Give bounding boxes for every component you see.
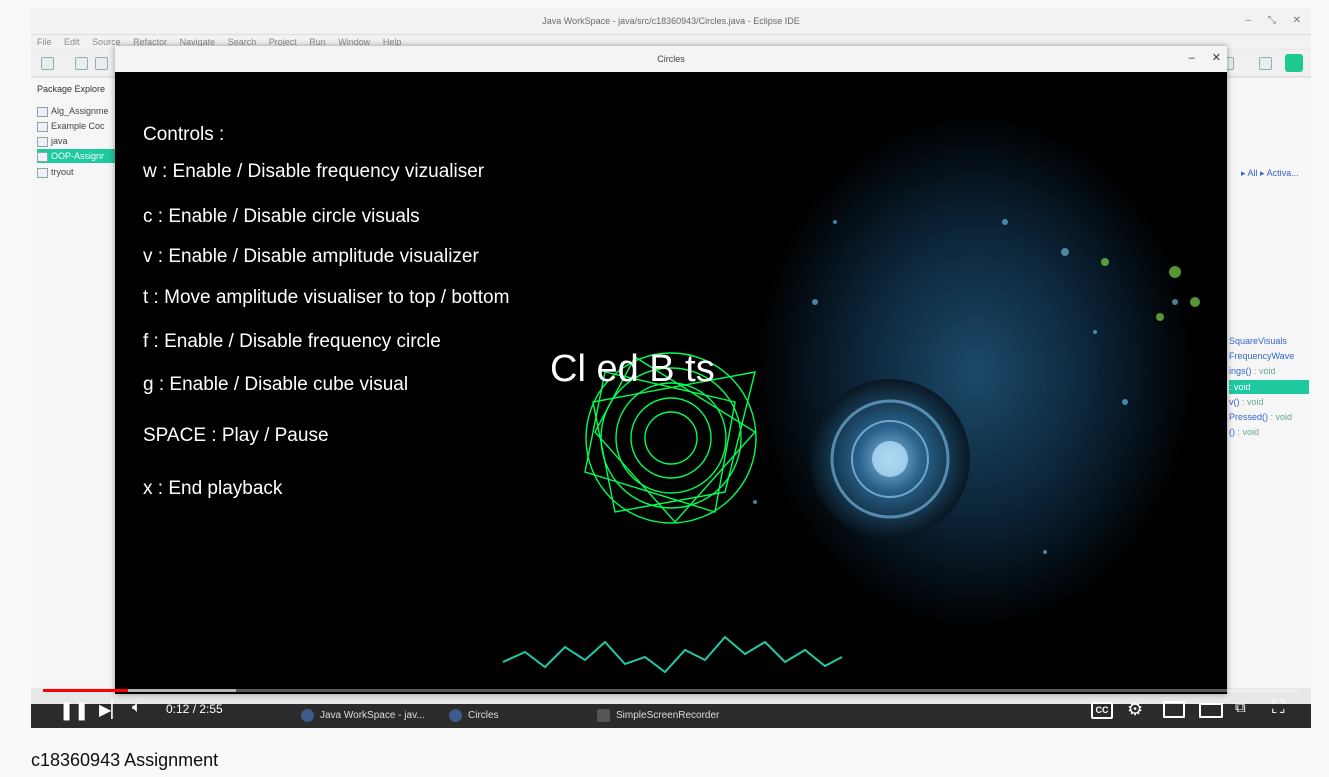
- control-line: x : End playback: [143, 478, 283, 499]
- control-line: v : Enable / Disable amplitude visualize…: [143, 246, 479, 267]
- close-icon: ✕: [1292, 15, 1301, 26]
- project-icon: [37, 121, 48, 132]
- controls-heading: Controls :: [143, 124, 225, 145]
- control-line: f : Enable / Disable frequency circle: [143, 331, 441, 352]
- recorder-icon: [597, 708, 610, 722]
- circles-window-controls: – ✕: [1175, 46, 1221, 70]
- project-icon: [37, 106, 48, 117]
- restore-icon: ⤡: [1267, 15, 1276, 26]
- video-title: c18360943 Assignment: [31, 750, 219, 770]
- settings-gear-icon[interactable]: ⚙: [1127, 699, 1143, 720]
- outline-item: FrequencyWave: [1229, 351, 1295, 361]
- song-title-overlay: Cl ed B ts: [550, 348, 715, 390]
- minimize-icon: –: [1188, 52, 1195, 64]
- amplitude-wave: [502, 635, 843, 674]
- next-button[interactable]: ▶▏: [99, 700, 124, 720]
- java-perspective-icon: [1285, 54, 1303, 72]
- project-icon: [37, 136, 48, 147]
- outline-pane: ▸ All ▸ Activa... SquareVisuals Frequenc…: [1226, 78, 1311, 688]
- control-line: w : Enable / Disable frequency vizualise…: [143, 161, 485, 182]
- outline-item: v() : void: [1229, 397, 1264, 407]
- theater-mode-icon[interactable]: [1199, 703, 1223, 718]
- package-item-selected: OOP-Assignr: [37, 149, 117, 163]
- perspective-icon: [1259, 57, 1272, 70]
- headphone-ring-icon: [810, 379, 970, 539]
- package-item: Alg_Assignme: [37, 104, 117, 118]
- save-icon: [75, 57, 88, 70]
- menu-edit: Edit: [64, 37, 80, 47]
- outline-item-selected: : void: [1229, 380, 1309, 394]
- video-player[interactable]: Java WorkSpace - java/src/c18360943/Circ…: [31, 8, 1311, 728]
- control-line: t : Move amplitude visualiser to top / b…: [143, 287, 510, 308]
- circles-window-title: Circles: [115, 46, 1227, 73]
- eclipse-icon: [301, 708, 314, 722]
- menu-file: File: [37, 37, 52, 47]
- project-icon: [37, 167, 48, 178]
- package-item: java: [37, 134, 117, 148]
- leaves-accent: [1101, 258, 1200, 321]
- task-eclipse: Java WorkSpace - jav...: [301, 708, 425, 724]
- os-taskbar: Java WorkSpace - jav... Circles SimpleSc…: [31, 704, 1311, 728]
- outline-breadcrumb: ▸ All ▸ Activa...: [1241, 168, 1299, 178]
- project-icon: [37, 151, 48, 162]
- pause-button[interactable]: ❚❚: [59, 700, 89, 721]
- eclipse-window-controls: – ⤡ ✕: [1231, 8, 1301, 34]
- package-item: Example Coc: [37, 119, 117, 133]
- miniplayer-icon[interactable]: [1163, 701, 1185, 718]
- played-bar: [43, 689, 129, 692]
- new-icon: [41, 57, 54, 70]
- print-icon: [95, 57, 108, 70]
- eclipse-icon: [449, 708, 462, 722]
- control-line: g : Enable / Disable cube visual: [143, 374, 409, 395]
- outline-item: SquareVisuals: [1229, 336, 1287, 346]
- visualizer-canvas: Controls : w : Enable / Disable frequenc…: [115, 72, 1227, 694]
- package-explorer-title: Package Explore: [37, 84, 106, 94]
- fullscreen-icon[interactable]: ⛶: [1272, 697, 1285, 718]
- time-display: 0:12 / 2:55: [166, 702, 223, 716]
- task-screen-recorder: SimpleScreenRecorder: [597, 708, 719, 724]
- circles-window: Circles – ✕ Controls: w: Enable / Disa…: [115, 46, 1227, 694]
- eclipse-title-bar: Java WorkSpace - java/src/c18360943/Circ…: [31, 8, 1311, 35]
- close-icon: ✕: [1211, 52, 1221, 64]
- outline-item: () : void: [1229, 427, 1260, 437]
- cast-icon[interactable]: ⧉: [1235, 699, 1246, 716]
- package-explorer: Package Explore Alg_Assignme Example Coc…: [31, 78, 118, 688]
- outline-item: ings() : void: [1229, 366, 1276, 376]
- splash-particles: [753, 219, 1178, 554]
- control-line: c : Enable / Disable circle visuals: [143, 206, 420, 227]
- minimize-icon: –: [1245, 15, 1252, 26]
- package-item: tryout: [37, 165, 117, 179]
- video-progress-bar[interactable]: [43, 689, 1299, 692]
- subtitles-button[interactable]: CC: [1091, 702, 1113, 719]
- control-line: SPACE : Play / Pause: [143, 425, 329, 446]
- task-circles: Circles: [449, 708, 499, 724]
- outline-item: Pressed() : void: [1229, 412, 1293, 422]
- volume-icon[interactable]: 🔈︎: [132, 699, 142, 717]
